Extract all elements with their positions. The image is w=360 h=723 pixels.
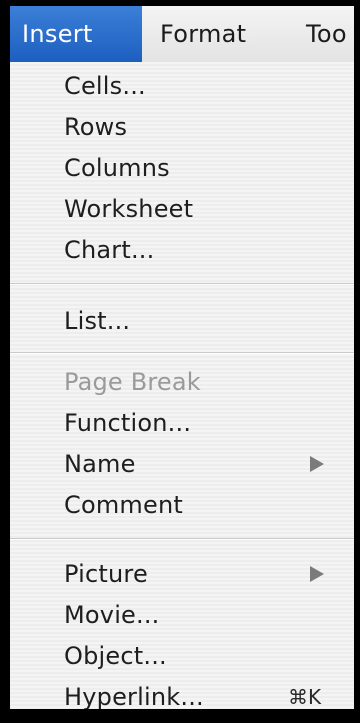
- menu-item-movie[interactable]: Movie...: [64, 597, 160, 633]
- menu-separator: [10, 352, 354, 353]
- menu-item-hyperlink[interactable]: Hyperlink...: [64, 679, 204, 709]
- insert-menu-dropdown: Cells... Rows Columns Worksheet Chart...…: [10, 62, 354, 709]
- menu-item-object[interactable]: Object...: [64, 638, 167, 674]
- menu-item-list[interactable]: List...: [64, 303, 130, 339]
- menu-item-cells[interactable]: Cells...: [64, 68, 146, 104]
- menu-item-columns[interactable]: Columns: [64, 150, 170, 186]
- menu-item-function[interactable]: Function...: [64, 405, 191, 441]
- menu-separator: [10, 538, 354, 539]
- menu-item-worksheet[interactable]: Worksheet: [64, 191, 193, 227]
- screenshot-frame: Insert Format Too Cells... Rows Columns …: [0, 0, 360, 723]
- menu-item-name[interactable]: Name: [64, 446, 136, 482]
- menu-item-picture[interactable]: Picture: [64, 556, 148, 592]
- submenu-arrow-icon: [310, 566, 324, 582]
- menubar-format[interactable]: Format: [160, 6, 246, 62]
- menu-item-rows[interactable]: Rows: [64, 109, 127, 145]
- menu-item-page-break: Page Break: [64, 368, 201, 396]
- menu-item-chart[interactable]: Chart...: [64, 232, 154, 268]
- submenu-arrow-icon: [310, 456, 324, 472]
- bottom-border: [10, 709, 354, 723]
- menubar-tools[interactable]: Too: [306, 6, 347, 62]
- hyperlink-shortcut: ⌘K: [288, 685, 322, 709]
- menubar-insert[interactable]: Insert: [10, 6, 142, 62]
- menu-separator: [10, 283, 354, 284]
- menu-item-comment[interactable]: Comment: [64, 487, 183, 523]
- menu-bar: Insert Format Too: [10, 6, 354, 63]
